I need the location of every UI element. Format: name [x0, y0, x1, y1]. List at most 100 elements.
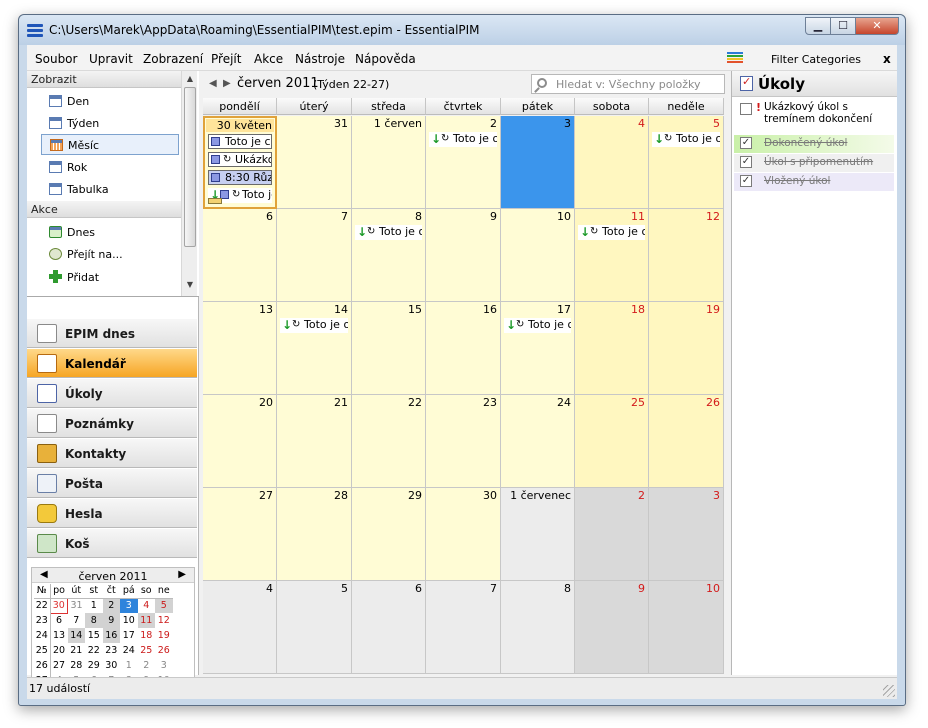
task-item[interactable]: ✓ Úkol s připomenutím — [734, 154, 894, 172]
day-cell[interactable]: 5 ↓↻Toto je opakovaný úkol — [649, 116, 724, 209]
mini-day[interactable]: 20 — [50, 643, 68, 658]
day-cell[interactable]: 23 — [426, 395, 501, 488]
view-tabulka[interactable]: Tabulka — [41, 179, 179, 200]
mini-day[interactable]: 12 — [155, 613, 173, 628]
mini-day[interactable]: 6 — [50, 613, 68, 628]
day-cell[interactable]: 9 — [426, 209, 501, 302]
day-cell[interactable]: 10 — [501, 209, 575, 302]
mini-day[interactable]: 31 — [68, 598, 86, 613]
mini-day[interactable]: 3 — [155, 658, 173, 673]
close-button[interactable]: ✕ — [855, 17, 899, 35]
mini-day[interactable]: 11 — [137, 613, 155, 628]
task-checkbox[interactable]: ✓ — [740, 137, 752, 149]
calendar-event[interactable]: ↓↻Toto je opakovaný úkol — [280, 318, 348, 333]
calendar-event[interactable]: ↓↻Toto je opakovaný úkol — [652, 132, 720, 147]
view-mesic[interactable]: Měsíc — [41, 134, 179, 155]
day-cell[interactable]: 1 červen — [352, 116, 426, 209]
mini-day[interactable]: 8 — [85, 613, 103, 628]
mini-day[interactable]: 14 — [67, 628, 85, 643]
day-cell[interactable]: 4 — [575, 116, 649, 209]
day-cell[interactable]: 26 — [649, 395, 724, 488]
calendar-event[interactable]: 8:30 Různé — [208, 170, 272, 185]
view-tyden[interactable]: Týden — [41, 113, 179, 134]
mini-day[interactable]: 25 — [138, 643, 156, 658]
day-cell[interactable]: 6 — [203, 209, 277, 302]
day-cell[interactable]: 15 — [352, 302, 426, 395]
day-cell[interactable]: 28 — [277, 488, 352, 581]
day-cell[interactable]: 1 červenec — [501, 488, 575, 581]
day-cell[interactable]: 16 — [426, 302, 501, 395]
action-today[interactable]: Dnes — [41, 222, 179, 243]
filter-categories-label[interactable]: Filter Categories — [771, 53, 861, 66]
day-cell[interactable]: 29 — [352, 488, 426, 581]
menu-akce[interactable]: Akce — [254, 52, 283, 66]
mini-day[interactable]: 10 — [120, 613, 138, 628]
day-cell[interactable]: 7 — [277, 209, 352, 302]
day-cell[interactable]: 31 — [277, 116, 352, 209]
day-cell[interactable]: 14 ↓↻Toto je opakovaný úkol — [277, 302, 352, 395]
mini-day[interactable]: 15 — [85, 628, 103, 643]
day-cell[interactable]: 2 — [575, 488, 649, 581]
action-add[interactable]: Přidat — [41, 267, 179, 288]
nav-hesla[interactable]: Hesla — [27, 499, 197, 528]
mini-next-month-icon[interactable]: ▶ — [178, 569, 186, 580]
nav-ukoly[interactable]: Úkoly — [27, 379, 197, 408]
mini-day[interactable]: 4 — [138, 598, 156, 613]
nav-kalendar[interactable]: Kalendář — [27, 349, 197, 378]
day-cell[interactable]: 24 — [501, 395, 575, 488]
more-events-icon[interactable] — [208, 198, 222, 204]
menu-nastroje[interactable]: Nástroje — [295, 52, 345, 66]
nav-kontakty[interactable]: Kontakty — [27, 439, 197, 468]
day-cell[interactable]: 3 — [501, 116, 575, 209]
mini-day[interactable]: 1 — [120, 658, 138, 673]
mini-day[interactable]: 9 — [102, 613, 120, 628]
calendar-event[interactable]: ↓↻Toto je opakovaný úkol — [429, 132, 497, 147]
calendar-event[interactable]: ↓↻Toto je opakovaný úkol — [504, 318, 571, 333]
mini-day[interactable]: 18 — [138, 628, 156, 643]
day-cell[interactable]: 10 — [649, 581, 724, 674]
mini-day[interactable]: 29 — [85, 658, 103, 673]
scroll-thumb[interactable] — [184, 87, 196, 247]
calendar-event[interactable]: ↻Ukázková — [208, 152, 272, 167]
mini-day[interactable]: 2 — [102, 598, 120, 613]
calendar-event[interactable]: ↓↻Toto je opakovaný úkol — [578, 225, 645, 240]
day-cell[interactable]: 12 — [649, 209, 724, 302]
mini-day[interactable]: 30 — [49, 597, 68, 614]
day-cell[interactable]: 6 — [352, 581, 426, 674]
category-colors-icon[interactable] — [727, 52, 743, 64]
task-checkbox[interactable] — [740, 103, 752, 115]
minimize-button[interactable]: ▁ — [805, 17, 831, 35]
mini-day[interactable]: 22 — [85, 643, 103, 658]
nav-poznamky[interactable]: Poznámky — [27, 409, 197, 438]
day-cell[interactable]: 4 — [203, 581, 277, 674]
mini-day[interactable]: 26 — [155, 643, 173, 658]
day-cell[interactable]: 25 — [575, 395, 649, 488]
day-cell[interactable]: 30 — [426, 488, 501, 581]
task-checkbox[interactable]: ✓ — [740, 175, 752, 187]
search-input[interactable]: Hledat v: Všechny položky — [531, 74, 725, 94]
mini-day[interactable]: 28 — [68, 658, 86, 673]
day-cell[interactable]: 8 — [501, 581, 575, 674]
day-cell[interactable]: 3 — [649, 488, 724, 581]
mini-day[interactable]: 30 — [103, 658, 121, 673]
menu-upravit[interactable]: Upravit — [89, 52, 133, 66]
menu-soubor[interactable]: Soubor — [35, 52, 77, 66]
nav-posta[interactable]: Pošta — [27, 469, 197, 498]
action-goto[interactable]: Přejít na... — [41, 244, 179, 265]
day-cell[interactable]: 18 — [575, 302, 649, 395]
filter-close-button[interactable]: x — [883, 52, 891, 66]
mini-day[interactable]: 23 — [103, 643, 121, 658]
mini-day[interactable]: 16 — [102, 628, 120, 643]
calendar-event[interactable]: Toto je celodenní — [208, 134, 272, 149]
mini-day[interactable]: 21 — [68, 643, 86, 658]
day-cell[interactable]: 7 — [426, 581, 501, 674]
nav-epim-dnes[interactable]: EPIM dnes — [27, 319, 197, 348]
task-checkbox[interactable]: ✓ — [740, 156, 752, 168]
mini-day[interactable]: 19 — [155, 628, 173, 643]
mini-day[interactable]: 3 — [120, 598, 138, 613]
day-cell[interactable]: 27 — [203, 488, 277, 581]
scroll-down-icon[interactable]: ▼ — [182, 277, 198, 293]
view-rok[interactable]: Rok — [41, 157, 179, 178]
day-cell[interactable]: 13 — [203, 302, 277, 395]
day-cell[interactable]: 5 — [277, 581, 352, 674]
